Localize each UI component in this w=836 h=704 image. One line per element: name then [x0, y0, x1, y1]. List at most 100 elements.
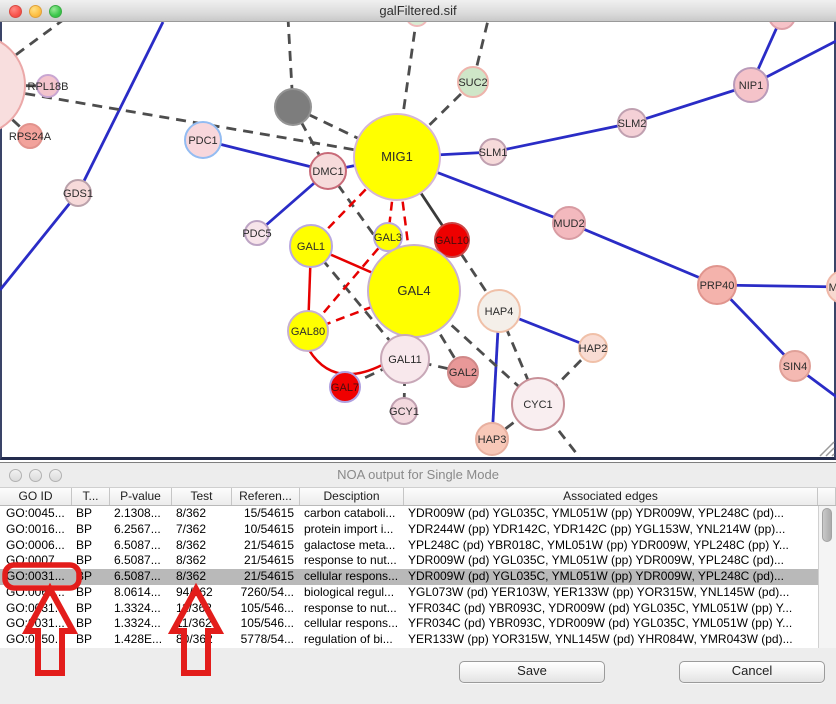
column-header-spacer[interactable]: [818, 488, 836, 505]
table-cell: GO:0031...: [0, 569, 72, 585]
noa-output-window: NOA output for Single Mode GO IDT...P-va…: [0, 462, 836, 704]
cancel-button[interactable]: Cancel: [679, 661, 825, 683]
node-GRAY[interactable]: [275, 89, 311, 125]
table-cell: YDR009W (pd) YGL035C, YML051W (pp) YDR00…: [404, 553, 818, 569]
node-label-GAL10: GAL10: [435, 235, 469, 247]
window-title: NOA output for Single Mode: [0, 467, 836, 482]
column-header-Test[interactable]: Test: [172, 488, 232, 505]
table-cell: BP: [72, 632, 110, 648]
table-row[interactable]: GO:0050...BP1.428E...80/3625778/54...reg…: [0, 632, 818, 648]
node-label-PRP40: PRP40: [700, 280, 735, 292]
table-cell: BP: [72, 616, 110, 632]
column-header-Referen...[interactable]: Referen...: [232, 488, 300, 505]
node-label-RPL18B: RPL18B: [28, 81, 69, 93]
table-row[interactable]: GO:0031...BP1.3324...11/362105/546...cel…: [0, 616, 818, 632]
node-label-HAP3: HAP3: [478, 434, 507, 446]
noa-window-titlebar[interactable]: NOA output for Single Mode: [0, 463, 836, 488]
table-cell: BP: [72, 538, 110, 554]
node-label-GAL11: GAL11: [388, 354, 421, 366]
table-cell: 7/362: [172, 522, 232, 538]
table-cell: 10/54615: [232, 522, 300, 538]
table-cell: regulation of bi...: [300, 632, 404, 648]
node-label-RPS24A: RPS24A: [9, 131, 52, 143]
table-cell: 8/362: [172, 569, 232, 585]
node-label-DMC1: DMC1: [312, 166, 343, 178]
table-cell: 15/54615: [232, 506, 300, 522]
edge-offscreen-GDS1[interactable]: [78, 22, 163, 193]
node-label-GAL7: GAL7: [331, 382, 359, 394]
resize-grip[interactable]: [832, 454, 834, 456]
table-cell: GO:0006...: [0, 538, 72, 554]
node-label-HAP2: HAP2: [579, 343, 608, 355]
edge-MUD2-PRP40[interactable]: [569, 223, 717, 285]
table-cell: GO:0016...: [0, 522, 72, 538]
vertical-scrollbar[interactable]: [818, 506, 836, 648]
table-cell: carbon cataboli...: [300, 506, 404, 522]
node-label-HAP4: HAP4: [485, 306, 514, 318]
table-cell: YER133W (pp) YOR315W, YNL145W (pd) YHR08…: [404, 632, 818, 648]
table-cell: 105/546...: [232, 616, 300, 632]
table-cell: 21/54615: [232, 538, 300, 554]
table-row[interactable]: GO:0006...BP6.5087...8/36221/54615galact…: [0, 538, 818, 554]
node-label-PDC1: PDC1: [188, 135, 217, 147]
node-label-GDS1: GDS1: [63, 188, 93, 200]
table-header: GO IDT...P-valueTestReferen...Desciption…: [0, 488, 836, 506]
table-cell: response to nut...: [300, 553, 404, 569]
table-cell: galactose meta...: [300, 538, 404, 554]
table-row[interactable]: GO:0045...BP2.1308...8/36215/54615carbon…: [0, 506, 818, 522]
table-cell: BP: [72, 522, 110, 538]
column-header-T...[interactable]: T...: [72, 488, 110, 505]
table-cell: 94/362: [172, 585, 232, 601]
table-cell: GO:0045...: [0, 506, 72, 522]
table-row[interactable]: GO:0031...BP6.5087...8/36221/54615cellul…: [0, 569, 818, 585]
edge-GAL80-GAL11[interactable]: [309, 350, 384, 374]
table-cell: YPL248C (pd) YBR018C, YML051W (pp) YDR00…: [404, 538, 818, 554]
table-cell: 6.5087...: [110, 569, 172, 585]
table-cell: YFR034C (pd) YBR093C, YDR009W (pd) YGL03…: [404, 601, 818, 617]
network-window-titlebar[interactable]: galFiltered.sif: [0, 0, 836, 22]
table-cell: BP: [72, 569, 110, 585]
table-cell: response to nut...: [300, 601, 404, 617]
table-cell: 1.3324...: [110, 601, 172, 617]
table-cell: GO:0031...: [0, 616, 72, 632]
table-cell: YDR244W (pp) YDR142C, YDR142C (pp) YGL15…: [404, 522, 818, 538]
table-cell: YGL073W (pd) YER103W, YER133W (pp) YOR31…: [404, 585, 818, 601]
table-row[interactable]: GO:0016...BP6.2567...7/36210/54615protei…: [0, 522, 818, 538]
edge-SLM1-SLM2[interactable]: [493, 123, 632, 152]
table-cell: 11/362: [172, 601, 232, 617]
node-label-SUC2: SUC2: [458, 77, 487, 89]
table-cell: 5778/54...: [232, 632, 300, 648]
edge-SLM2-NIP1[interactable]: [632, 85, 751, 123]
node-label-NIP1: NIP1: [739, 80, 763, 92]
table-cell: YDR009W (pd) YGL035C, YML051W (pp) YDR00…: [404, 569, 818, 585]
node-label-PDC5: PDC5: [242, 228, 271, 240]
edge-PDC1-DMC1[interactable]: [203, 140, 328, 171]
table-cell: 8/362: [172, 553, 232, 569]
table-cell: BP: [72, 553, 110, 569]
table-cell: 6.2567...: [110, 522, 172, 538]
node-label-SLM2: SLM2: [618, 118, 647, 130]
table-row[interactable]: GO:0007...BP6.5087...8/36221/54615respon…: [0, 553, 818, 569]
table-cell: GO:0031...: [0, 601, 72, 617]
column-header-Associated edges[interactable]: Associated edges: [404, 488, 818, 505]
column-header-Desciption[interactable]: Desciption: [300, 488, 404, 505]
table-cell: biological regul...: [300, 585, 404, 601]
table-cell: 105/546...: [232, 601, 300, 617]
table-cell: protein import i...: [300, 522, 404, 538]
node-label-GAL80: GAL80: [291, 326, 325, 338]
table-row[interactable]: GO:0065...BP8.0614...94/3627260/54...bio…: [0, 585, 818, 601]
resize-grip[interactable]: [820, 442, 834, 456]
column-header-GO ID[interactable]: GO ID: [0, 488, 72, 505]
table-cell: GO:0065...: [0, 585, 72, 601]
network-graph[interactable]: RPL18BRPS24APDC1GDS1DMC1MIG1SUC2NIP1SLM2…: [0, 0, 836, 457]
node-label-GAL3: GAL3: [374, 232, 402, 244]
button-bar: Save Cancel: [0, 648, 836, 704]
network-window: RPL18BRPS24APDC1GDS1DMC1MIG1SUC2NIP1SLM2…: [0, 0, 836, 460]
edge-GDS1-offscreen[interactable]: [0, 193, 78, 290]
scrollbar-thumb[interactable]: [822, 508, 832, 542]
save-button[interactable]: Save: [459, 661, 605, 683]
table-row[interactable]: GO:0031...BP1.3324...11/362105/546...res…: [0, 601, 818, 617]
column-header-P-value[interactable]: P-value: [110, 488, 172, 505]
node-label-GAL2: GAL2: [449, 367, 477, 379]
table-cell: 8/362: [172, 538, 232, 554]
